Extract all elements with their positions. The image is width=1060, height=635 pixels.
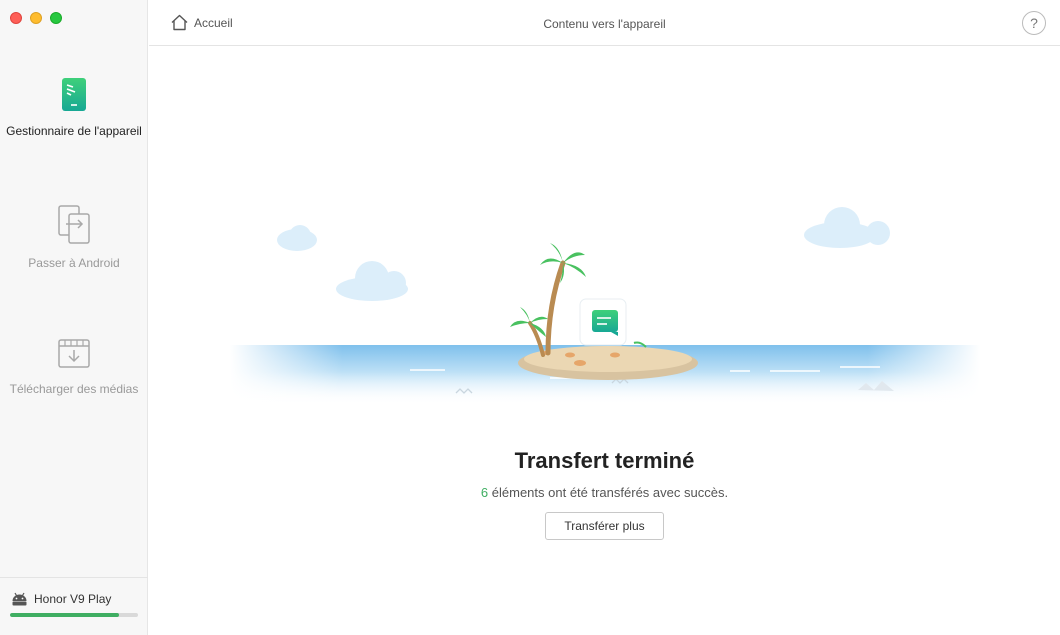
palm-tree-icon (540, 243, 586, 283)
island-illustration (230, 207, 980, 410)
header: Accueil Contenu vers l'appareil ? (149, 0, 1060, 46)
cloud-icon (277, 225, 317, 251)
help-button[interactable]: ? (1022, 11, 1046, 35)
zoom-window-button[interactable] (50, 12, 62, 24)
cloud-icon (336, 261, 408, 301)
device-row: Honor V9 Play (11, 592, 111, 606)
sidebar-item-switch-to-android[interactable]: Passer à Android (0, 204, 148, 270)
cloud-icon (804, 207, 890, 248)
switch-to-android-icon (58, 205, 90, 244)
minimize-window-button[interactable] (30, 12, 42, 24)
sidebar: Gestionnaire de l'appareil Passer à Andr… (0, 0, 148, 635)
window-controls (10, 12, 62, 24)
page-title: Contenu vers l'appareil (543, 17, 666, 31)
storage-bar-fill (10, 613, 119, 617)
sidebar-item-label: Passer à Android (28, 256, 120, 270)
device-panel[interactable]: Honor V9 Play (0, 577, 148, 635)
transfer-complete-title: Transfert terminé (514, 448, 695, 473)
phone-manager-icon (62, 78, 86, 111)
sidebar-item-download-media[interactable]: Télécharger des médias (0, 336, 148, 396)
device-name: Honor V9 Play (34, 592, 112, 606)
close-window-button[interactable] (10, 12, 22, 24)
sidebar-item-device-manager[interactable]: Gestionnaire de l'appareil (0, 76, 148, 138)
sidebar-item-label: Télécharger des médias (9, 382, 139, 396)
download-media-icon (58, 339, 90, 368)
transfer-message-text: éléments ont été transférés avec succès. (488, 485, 729, 500)
transfer-complete-message: 6 éléments ont été transférés avec succè… (149, 485, 1060, 500)
transfer-more-button[interactable]: Transférer plus (545, 512, 664, 540)
android-icon (12, 592, 27, 606)
message-card-icon (579, 298, 627, 346)
storage-bar (10, 613, 138, 617)
sidebar-item-label: Gestionnaire de l'appareil (6, 124, 142, 138)
